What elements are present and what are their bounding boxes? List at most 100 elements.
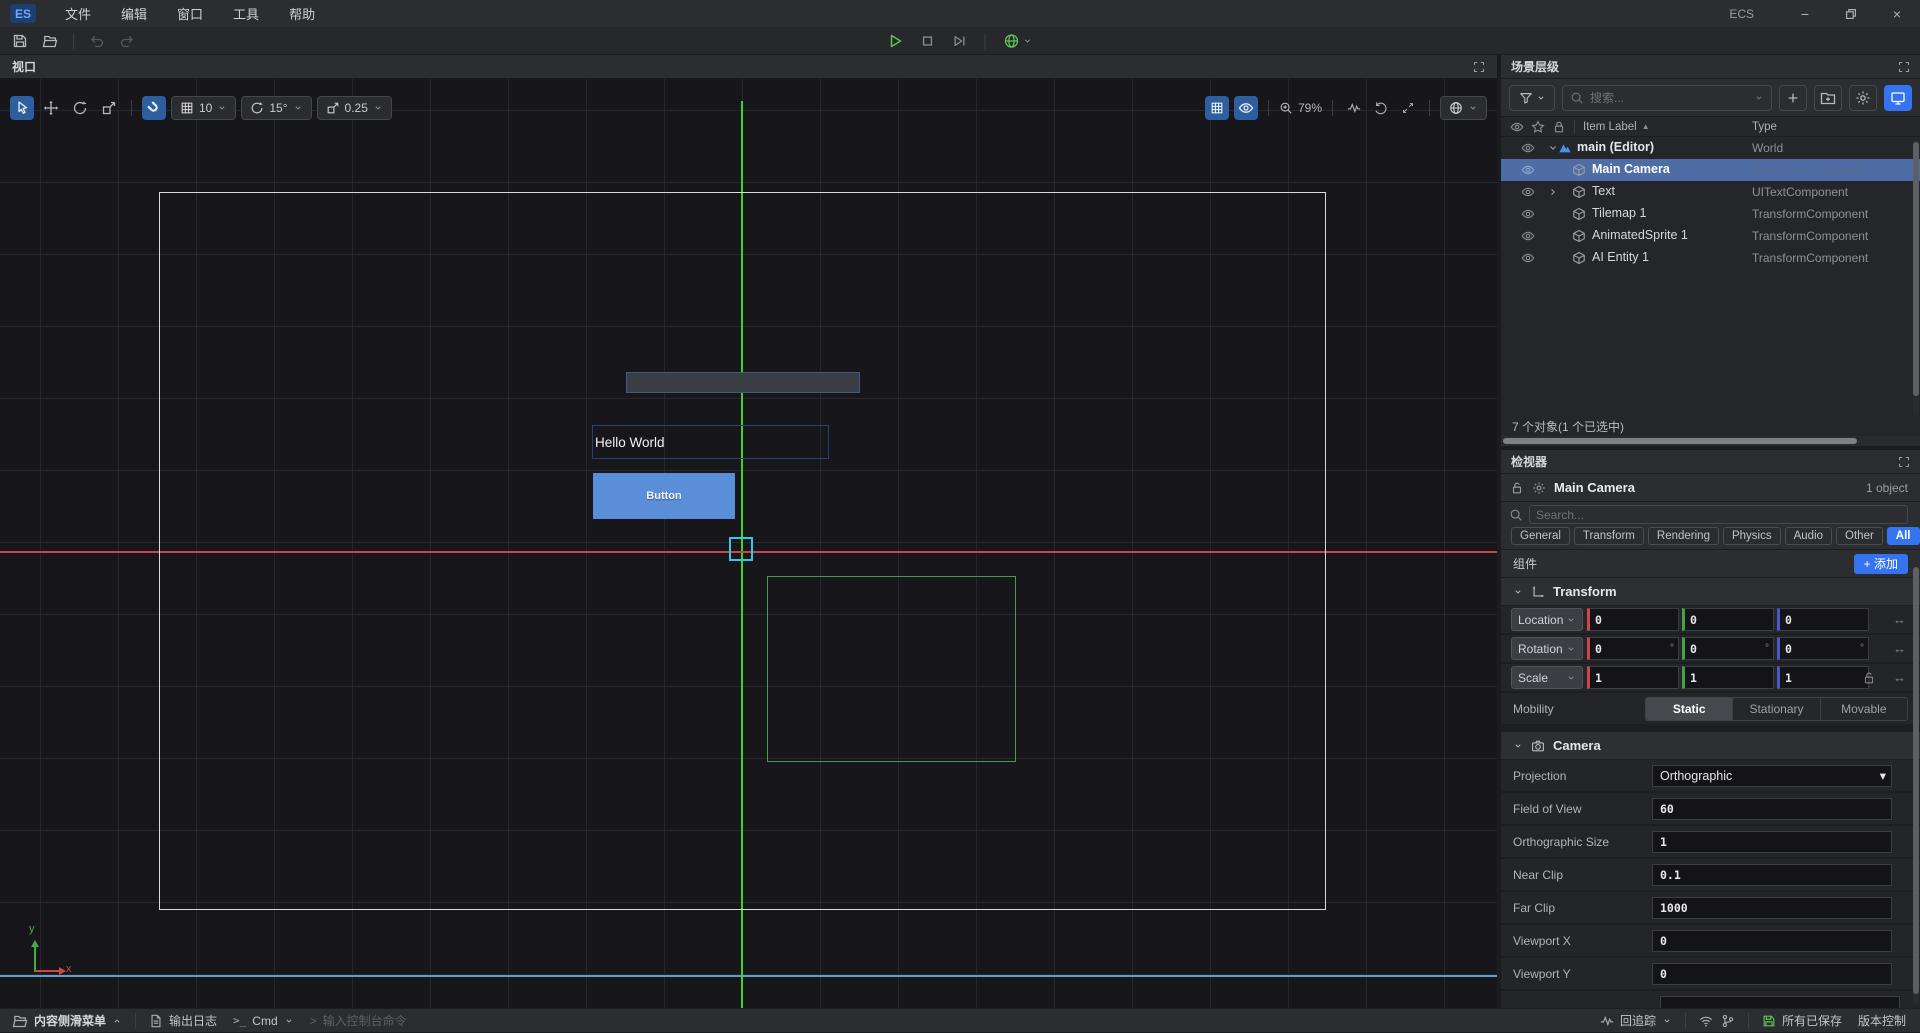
scale-z-field[interactable] bbox=[1777, 666, 1869, 689]
rotation-snap-dropdown[interactable]: 15° bbox=[241, 96, 311, 120]
sort-ascending-icon[interactable]: ▲ bbox=[1642, 122, 1650, 131]
tab-rendering[interactable]: Rendering bbox=[1648, 527, 1719, 545]
visibility-eye-icon[interactable] bbox=[1521, 251, 1535, 265]
rotate-tool-button[interactable] bbox=[68, 96, 92, 120]
scale-x-field[interactable] bbox=[1587, 666, 1679, 689]
viewport-y-field[interactable] bbox=[1652, 963, 1892, 985]
maximize-panel-icon[interactable] bbox=[1473, 61, 1485, 73]
orthographic-size-input[interactable] bbox=[1653, 835, 1891, 849]
rotation-dropdown[interactable]: Rotation bbox=[1511, 637, 1583, 660]
scale-x-input[interactable] bbox=[1590, 671, 1678, 685]
add-component-button[interactable]: + 添加 bbox=[1854, 554, 1908, 574]
gear-icon[interactable] bbox=[1532, 481, 1546, 495]
maximize-panel-icon[interactable] bbox=[1898, 456, 1910, 468]
scene-text-object[interactable]: Hello World bbox=[592, 425, 829, 459]
rotation-x-field[interactable]: ° bbox=[1587, 637, 1679, 660]
hierarchy-horizontal-scrollbar[interactable] bbox=[1501, 436, 1920, 446]
location-y-field[interactable] bbox=[1682, 608, 1774, 631]
field-of-view-field[interactable] bbox=[1652, 798, 1892, 820]
open-project-button[interactable] bbox=[38, 29, 62, 53]
tab-other[interactable]: Other bbox=[1836, 527, 1883, 545]
menu-help[interactable]: 帮助 bbox=[274, 0, 330, 27]
select-tool-button[interactable] bbox=[10, 96, 34, 120]
far-clip-input[interactable] bbox=[1653, 901, 1891, 915]
visibility-eye-icon[interactable] bbox=[1521, 207, 1535, 221]
eye-column-icon[interactable] bbox=[1510, 120, 1524, 134]
menu-window[interactable]: 窗口 bbox=[162, 0, 218, 27]
save-status[interactable]: 所有已保存 bbox=[1754, 1009, 1850, 1033]
transform-section-header[interactable]: Transform bbox=[1501, 578, 1920, 606]
orthographic-size-field[interactable] bbox=[1652, 831, 1892, 853]
lock-column-icon[interactable] bbox=[1552, 120, 1566, 134]
projection-select[interactable]: Orthographic ▾ bbox=[1652, 765, 1892, 787]
near-clip-input[interactable] bbox=[1653, 868, 1891, 882]
rotation-x-input[interactable] bbox=[1590, 642, 1670, 656]
visibility-eye-icon[interactable] bbox=[1521, 229, 1535, 243]
hierarchy-search-input[interactable] bbox=[1590, 91, 1748, 105]
visibility-eye-icon[interactable] bbox=[1521, 163, 1535, 177]
scale-z-input[interactable] bbox=[1780, 671, 1868, 685]
scene-slider-object[interactable] bbox=[626, 372, 860, 393]
rotation-y-input[interactable] bbox=[1685, 642, 1765, 656]
selection-gizmo[interactable] bbox=[729, 537, 753, 561]
mobility-static[interactable]: Static bbox=[1646, 698, 1733, 720]
link-values-icon[interactable]: ↔ bbox=[1893, 612, 1906, 627]
reset-view-button[interactable] bbox=[1370, 97, 1392, 119]
visibility-eye-icon[interactable] bbox=[1521, 185, 1535, 199]
visibility-toggle-button[interactable] bbox=[1234, 96, 1258, 120]
tree-row-animatedsprite[interactable]: AnimatedSprite 1 TransformComponent bbox=[1501, 225, 1920, 247]
add-entity-button[interactable] bbox=[1779, 85, 1807, 111]
tree-row-main-camera[interactable]: Main Camera TransformComponent bbox=[1501, 159, 1920, 181]
scale-tool-button[interactable] bbox=[97, 96, 121, 120]
world-mode-dropdown[interactable] bbox=[999, 29, 1037, 53]
scale-y-field[interactable] bbox=[1682, 666, 1774, 689]
cmd-dropdown[interactable]: >_ Cmd bbox=[225, 1009, 302, 1033]
app-logo[interactable]: ES bbox=[10, 4, 36, 23]
viewport-x-field[interactable] bbox=[1652, 930, 1892, 952]
undo-button[interactable] bbox=[85, 29, 109, 53]
network-status-button[interactable] bbox=[1691, 1009, 1721, 1033]
viewport-y-input[interactable] bbox=[1653, 967, 1891, 981]
location-x-input[interactable] bbox=[1590, 613, 1678, 627]
field-of-view-input[interactable] bbox=[1653, 802, 1891, 816]
close-button[interactable]: × bbox=[1874, 0, 1920, 27]
tab-all[interactable]: All bbox=[1887, 527, 1920, 545]
partial-input-field[interactable] bbox=[1660, 996, 1900, 1008]
mobility-stationary[interactable]: Stationary bbox=[1733, 698, 1820, 720]
filter-dropdown[interactable] bbox=[1509, 85, 1555, 111]
view-globe-dropdown[interactable] bbox=[1440, 96, 1487, 120]
column-item-label[interactable]: Item Label bbox=[1583, 121, 1637, 133]
zoom-indicator[interactable]: 79% bbox=[1279, 101, 1322, 115]
menu-file[interactable]: 文件 bbox=[50, 0, 106, 27]
play-button[interactable] bbox=[884, 29, 908, 53]
rotation-z-input[interactable] bbox=[1780, 642, 1860, 656]
grid-snap-dropdown[interactable]: 10 bbox=[171, 96, 236, 120]
scene-canvas[interactable]: Hello World Button y x 10 bbox=[0, 79, 1497, 1008]
add-folder-button[interactable] bbox=[1814, 85, 1842, 111]
tree-row-tilemap[interactable]: Tilemap 1 TransformComponent bbox=[1501, 203, 1920, 225]
output-log-button[interactable]: 输出日志 bbox=[141, 1009, 225, 1033]
trace-dropdown[interactable]: 回追踪 bbox=[1592, 1009, 1680, 1033]
version-control-button[interactable]: 版本控制 bbox=[1850, 1009, 1914, 1033]
minimize-button[interactable]: − bbox=[1782, 0, 1828, 27]
mobility-movable[interactable]: Movable bbox=[1821, 698, 1907, 720]
inspector-vertical-scrollbar[interactable] bbox=[1913, 565, 1919, 1005]
unlock-icon[interactable] bbox=[1510, 481, 1524, 495]
menu-tools[interactable]: 工具 bbox=[218, 0, 274, 27]
visibility-eye-icon[interactable] bbox=[1521, 141, 1535, 155]
scene-region-rect[interactable] bbox=[767, 576, 1016, 762]
inspector-search-input[interactable] bbox=[1536, 508, 1901, 522]
tree-row-text[interactable]: Text UITextComponent bbox=[1501, 181, 1920, 203]
content-drawer-button[interactable]: 内容侧滑菜单 bbox=[4, 1009, 130, 1033]
tab-general[interactable]: General bbox=[1511, 527, 1570, 545]
star-column-icon[interactable] bbox=[1531, 120, 1545, 134]
save-button[interactable] bbox=[8, 29, 32, 53]
location-z-input[interactable] bbox=[1780, 613, 1868, 627]
location-dropdown[interactable]: Location bbox=[1511, 608, 1583, 631]
redo-button[interactable] bbox=[115, 29, 139, 53]
inspector-search-box[interactable] bbox=[1529, 505, 1908, 524]
scene-button-object[interactable]: Button bbox=[593, 473, 735, 519]
camera-section-header[interactable]: Camera bbox=[1501, 732, 1920, 760]
unlock-uniform-scale-icon[interactable] bbox=[1862, 671, 1876, 685]
stop-button[interactable] bbox=[916, 29, 940, 53]
